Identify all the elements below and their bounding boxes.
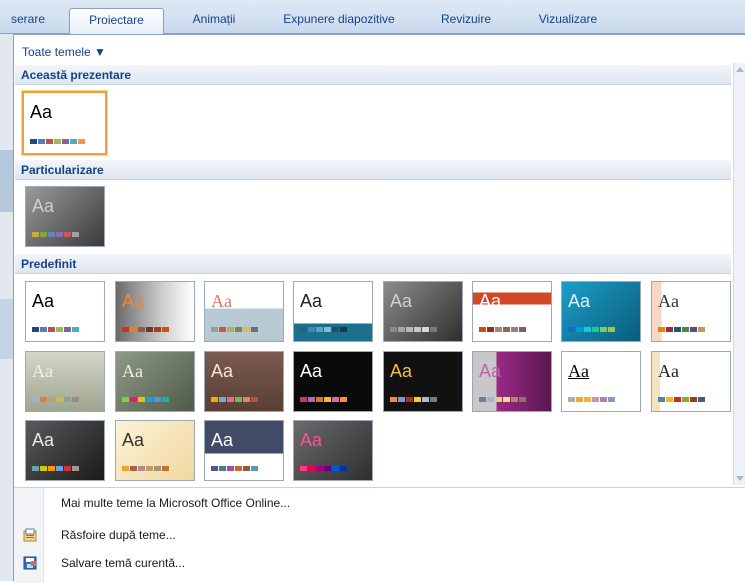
color-swatches: [390, 327, 438, 332]
tab-inserare[interactable]: serare: [0, 8, 56, 34]
tab-revizuire[interactable]: Revizuire: [425, 8, 507, 34]
color-swatches: [32, 327, 80, 332]
filter-bar: Toate temele ▼: [14, 43, 732, 61]
gallery-scrollbar[interactable]: [733, 63, 745, 485]
theme-tile-paper[interactable]: Aa: [561, 351, 641, 412]
color-swatches: [122, 327, 170, 332]
tile-sample-text: Aa: [122, 430, 145, 450]
color-swatches: [122, 397, 170, 402]
tile-sample-text: Aa: [300, 361, 323, 381]
section-header-current-presentation: Această prezentare: [15, 65, 731, 85]
menu-item-more-themes-online[interactable]: Mai multe teme la Microsoft Office Onlin…: [14, 492, 745, 514]
tile-sample-text: Aa: [390, 291, 413, 311]
tile-sample-text: Aa: [568, 291, 591, 311]
color-swatches: [658, 397, 706, 402]
color-swatches: [568, 397, 616, 402]
color-swatches: [479, 397, 527, 402]
color-swatches: [32, 397, 80, 402]
color-swatches: [568, 327, 616, 332]
tile-sample-text: Aa: [568, 361, 589, 381]
menu-item-label: Salvare temă curentă...: [61, 556, 186, 570]
menu-item-label: Răsfoire după teme...: [61, 528, 176, 542]
tile-sample-text: Aa: [32, 291, 55, 311]
theme-tile-origin[interactable]: Aa: [472, 351, 552, 412]
theme-tile-current[interactable]: Aa: [22, 91, 107, 155]
tile-sample-text: Aa: [32, 430, 55, 450]
tab-proiectare[interactable]: Proiectare: [69, 8, 164, 35]
theme-tile-civic[interactable]: Aa: [293, 281, 373, 342]
browse-folder-icon: [23, 528, 37, 542]
menu-item-save-current-theme[interactable]: Salvare temă curentă...: [14, 552, 745, 574]
tile-sample-text: Aa: [300, 291, 323, 311]
menu-item-label: Mai multe teme la Microsoft Office Onlin…: [61, 496, 291, 510]
section-header-builtin: Predefinit: [15, 254, 731, 274]
tile-sample-text: Aa: [30, 102, 53, 122]
color-swatches: [211, 397, 259, 402]
theme-tile-apex[interactable]: Aa: [115, 281, 195, 342]
tab-expunere-diapozitive[interactable]: Expunere diapozitive: [262, 8, 416, 34]
scroll-up-arrow-icon[interactable]: [736, 67, 744, 72]
theme-tile-aspect[interactable]: Aa: [204, 281, 284, 342]
tile-sample-text: Aa: [479, 291, 502, 311]
tile-sample-text: Aa: [32, 196, 55, 216]
theme-tile-verve[interactable]: Aa: [293, 420, 373, 481]
color-swatches: [300, 397, 348, 402]
tab-vizualizare[interactable]: Vizualizare: [518, 8, 618, 34]
tile-sample-text: Aa: [300, 430, 323, 450]
section-header-custom: Particularizare: [15, 160, 731, 180]
theme-tile-flow[interactable]: Aa: [561, 281, 641, 342]
theme-tile-opulent[interactable]: Aa: [293, 351, 373, 412]
themes-gallery: Toate temele ▼ Această prezentare Aa Par…: [13, 34, 745, 583]
theme-tile-foundry[interactable]: Aa: [651, 281, 731, 342]
color-swatches: [211, 327, 259, 332]
document-background-strip: [0, 34, 13, 581]
theme-tile-module[interactable]: Aa: [204, 351, 284, 412]
tile-sample-text: Aa: [390, 361, 413, 381]
color-swatches: [32, 466, 80, 471]
theme-tile-concourse[interactable]: Aa: [383, 281, 463, 342]
scroll-down-arrow-icon[interactable]: [736, 476, 744, 481]
color-swatches: [390, 397, 438, 402]
tile-sample-text: Aa: [122, 361, 143, 381]
theme-tile-technic[interactable]: Aa: [25, 420, 105, 481]
theme-tile-median[interactable]: Aa: [25, 351, 105, 412]
theme-tile-solstice[interactable]: Aa: [651, 351, 731, 412]
color-swatches: [658, 327, 706, 332]
tile-sample-text: Aa: [122, 291, 145, 311]
all-themes-filter-button[interactable]: Toate temele ▼: [18, 43, 110, 61]
color-swatches: [32, 232, 80, 237]
save-theme-icon: [23, 556, 37, 570]
theme-tile-trek[interactable]: Aa: [115, 420, 195, 481]
theme-tile-metro[interactable]: Aa: [115, 351, 195, 412]
ribbon-tab-bar: serare Proiectare Animații Expunere diap…: [0, 0, 745, 35]
menu-item-browse-themes[interactable]: Răsfoire după teme...: [14, 524, 745, 546]
theme-tile-office[interactable]: Aa: [25, 281, 105, 342]
theme-tile-equity[interactable]: Aa: [472, 281, 552, 342]
tile-sample-text: Aa: [658, 291, 679, 311]
theme-tile-custom[interactable]: Aa: [25, 186, 105, 247]
color-swatches: [479, 327, 527, 332]
tile-sample-text: Aa: [211, 291, 232, 311]
color-swatches: [211, 466, 259, 471]
tile-sample-text: Aa: [658, 361, 679, 381]
tile-sample-text: Aa: [479, 361, 502, 381]
color-swatches: [300, 466, 348, 471]
color-swatches: [30, 139, 86, 144]
gallery-menu: Mai multe teme la Microsoft Office Onlin…: [14, 487, 745, 583]
tab-animatii[interactable]: Animații: [173, 8, 255, 34]
tile-sample-text: Aa: [32, 361, 53, 381]
tile-sample-text: Aa: [211, 430, 234, 450]
color-swatches: [122, 466, 170, 471]
theme-tile-oriel[interactable]: Aa: [383, 351, 463, 412]
tile-sample-text: Aa: [211, 361, 234, 381]
color-swatches: [300, 327, 348, 332]
theme-tile-urban[interactable]: Aa: [204, 420, 284, 481]
